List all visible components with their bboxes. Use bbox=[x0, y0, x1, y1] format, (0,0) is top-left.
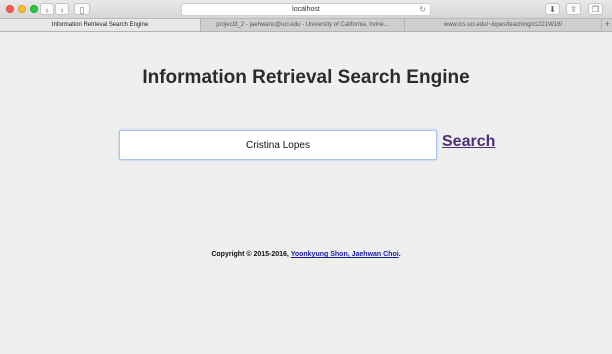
download-icon: ⬇ bbox=[549, 5, 556, 14]
sidebar-icon: ▯ bbox=[79, 5, 85, 15]
tab-email[interactable]: project3_2 - jaehwanc@uci.edu - Universi… bbox=[200, 19, 404, 31]
share-icon: ⇪ bbox=[570, 5, 577, 14]
tab-course-page[interactable]: www.ics.uci.edu/~lopes/teaching/cs221W16… bbox=[404, 19, 601, 31]
new-tab-button[interactable]: + bbox=[601, 19, 612, 31]
chevron-left-icon: ‹ bbox=[45, 5, 49, 15]
copyright-suffix: . bbox=[398, 251, 401, 258]
chevron-right-icon: › bbox=[60, 5, 64, 15]
search-input[interactable] bbox=[119, 130, 437, 160]
share-button[interactable]: ⇪ bbox=[566, 3, 581, 15]
tab-search-engine[interactable]: Information Retrieval Search Engine bbox=[0, 19, 200, 31]
address-bar-url: localhost bbox=[292, 6, 320, 13]
page-title: Information Retrieval Search Engine bbox=[142, 67, 470, 88]
forward-button[interactable]: › bbox=[55, 3, 69, 15]
address-bar[interactable]: localhost ↻ bbox=[181, 3, 431, 16]
tabs-icon: ❐ bbox=[591, 5, 600, 14]
plus-icon: + bbox=[604, 19, 611, 29]
tab-overview-button[interactable]: ❐ bbox=[588, 3, 603, 15]
close-window-button[interactable] bbox=[6, 5, 14, 13]
tab-bar: Information Retrieval Search Engine proj… bbox=[0, 19, 612, 32]
copyright-text: Copyright © 2015-2016, bbox=[211, 251, 291, 258]
zoom-window-button[interactable] bbox=[30, 5, 38, 13]
page-content: Information Retrieval Search Engine Sear… bbox=[0, 32, 612, 354]
back-button[interactable]: ‹ bbox=[40, 3, 54, 15]
browser-titlebar: ‹ › ▯ localhost ↻ ⬇ ⇪ ❐ bbox=[0, 0, 612, 19]
minimize-window-button[interactable] bbox=[18, 5, 26, 13]
downloads-button[interactable]: ⬇ bbox=[545, 3, 560, 15]
reload-icon[interactable]: ↻ bbox=[419, 4, 426, 15]
search-button[interactable]: Search bbox=[442, 133, 495, 151]
authors-link[interactable]: Yoonkyung Shon, Jaehwan Choi bbox=[291, 251, 399, 258]
sidebar-toggle-button[interactable]: ▯ bbox=[74, 3, 90, 15]
copyright-footer: Copyright © 2015-2016, Yoonkyung Shon, J… bbox=[0, 251, 612, 258]
